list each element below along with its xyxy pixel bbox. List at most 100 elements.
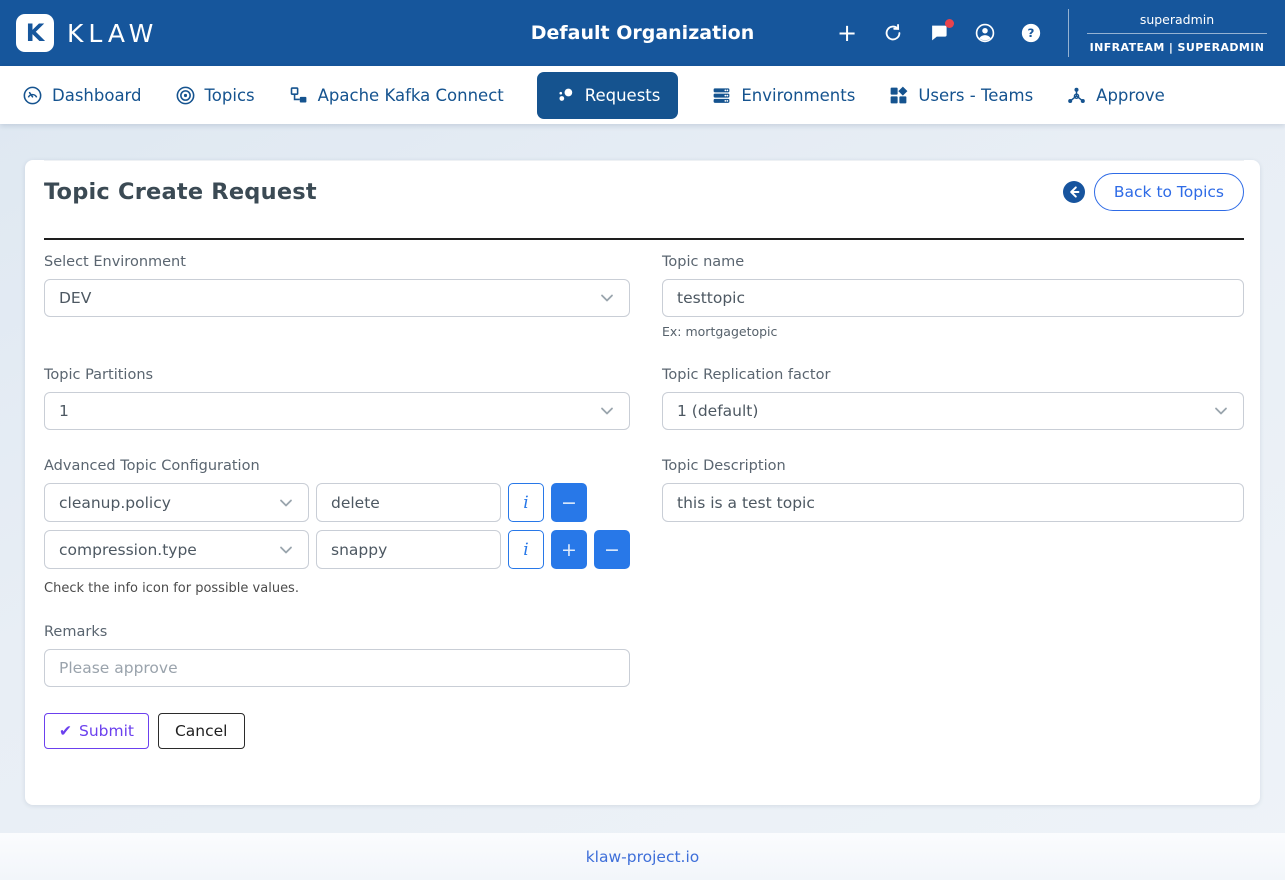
back-to-topics-button[interactable]: Back to Topics xyxy=(1094,173,1244,211)
content-card: Topic Create Request Back to Topics Sele… xyxy=(25,160,1260,805)
organization-title: Default Organization xyxy=(531,22,755,44)
card-header: Topic Create Request Back to Topics xyxy=(44,160,1244,211)
replication-label: Topic Replication factor xyxy=(662,367,1244,383)
tab-dashboard[interactable]: Dashboard xyxy=(22,85,142,106)
config-value-input[interactable] xyxy=(316,483,501,522)
chevron-down-icon xyxy=(599,403,615,419)
klaw-logo-icon: K xyxy=(16,14,54,52)
tab-topics[interactable]: Topics xyxy=(175,85,255,106)
tab-approve[interactable]: Approve xyxy=(1066,85,1165,106)
environment-field-group: Select Environment DEV xyxy=(44,254,630,339)
remove-row-button[interactable]: − xyxy=(594,530,630,569)
kafka-connect-icon xyxy=(288,85,309,106)
users-teams-icon xyxy=(888,85,909,106)
user-name: superadmin xyxy=(1087,12,1267,33)
empty-cell xyxy=(662,624,1244,749)
info-icon-button[interactable]: i xyxy=(508,483,544,522)
description-label: Topic Description xyxy=(662,458,1244,474)
help-icon[interactable]: ? xyxy=(1020,22,1042,44)
info-icon-button[interactable]: i xyxy=(508,530,544,569)
brand-name: KLAW xyxy=(67,19,158,48)
partitions-select[interactable]: 1 xyxy=(44,392,630,430)
advanced-config-label: Advanced Topic Configuration xyxy=(44,458,630,474)
remove-row-button[interactable]: − xyxy=(551,483,587,522)
environments-icon xyxy=(711,85,732,106)
topic-name-label: Topic name xyxy=(662,254,1244,270)
config-key-value: compression.type xyxy=(59,541,197,559)
description-field-group: Topic Description xyxy=(662,458,1244,596)
partitions-selected-value: 1 xyxy=(59,402,69,420)
description-input[interactable] xyxy=(662,483,1244,522)
tab-label: Topics xyxy=(205,86,255,105)
remarks-label: Remarks xyxy=(44,624,630,640)
add-row-button[interactable]: + xyxy=(551,530,587,569)
submit-button-label: Submit xyxy=(79,722,134,740)
advanced-config-hint: Check the info icon for possible values. xyxy=(44,581,630,596)
main-nav-tabbar: Dashboard Topics Apache Kafka Connect Re… xyxy=(0,66,1285,124)
tab-label: Apache Kafka Connect xyxy=(318,86,504,105)
page-footer: klaw-project.io xyxy=(0,833,1285,880)
tab-label: Users - Teams xyxy=(918,86,1033,105)
config-row: compression.type i + − xyxy=(44,530,630,569)
partitions-label: Topic Partitions xyxy=(44,367,630,383)
tab-requests[interactable]: Requests xyxy=(537,72,679,119)
dashboard-icon xyxy=(22,85,43,106)
replication-field-group: Topic Replication factor 1 (default) xyxy=(662,367,1244,430)
config-key-select[interactable]: cleanup.policy xyxy=(44,483,309,522)
advanced-config-group: Advanced Topic Configuration cleanup.pol… xyxy=(44,458,630,596)
topics-icon xyxy=(175,85,196,106)
replication-selected-value: 1 (default) xyxy=(677,402,758,420)
topic-name-field-group: Topic name Ex: mortgagetopic xyxy=(662,254,1244,339)
page-title: Topic Create Request xyxy=(44,179,317,205)
back-to-topics-group: Back to Topics xyxy=(1063,173,1244,211)
cancel-button[interactable]: Cancel xyxy=(158,713,245,749)
navbar-right: + ? superadmin INFRATEAM | SUPERADMIN xyxy=(836,9,1267,57)
topic-name-helper: Ex: mortgagetopic xyxy=(662,324,1244,339)
config-key-select[interactable]: compression.type xyxy=(44,530,309,569)
brand[interactable]: K KLAW xyxy=(16,14,158,52)
user-block[interactable]: superadmin INFRATEAM | SUPERADMIN xyxy=(1087,12,1267,54)
config-key-value: cleanup.policy xyxy=(59,494,171,512)
svg-text:?: ? xyxy=(1028,26,1035,40)
remarks-input[interactable] xyxy=(44,649,630,687)
tab-label: Environments xyxy=(741,86,855,105)
tab-environments[interactable]: Environments xyxy=(711,85,855,106)
back-arrow-circle-icon[interactable] xyxy=(1063,181,1085,203)
chevron-down-icon xyxy=(1213,403,1229,419)
chevron-down-icon xyxy=(278,542,294,558)
navbar-divider xyxy=(1068,9,1069,57)
remarks-field-group: Remarks ✔ Submit Cancel xyxy=(44,624,630,749)
logo-letter: K xyxy=(26,19,45,47)
top-navbar: K KLAW Default Organization + ? s xyxy=(0,0,1285,66)
config-row: cleanup.policy i − xyxy=(44,483,630,522)
chevron-down-icon xyxy=(278,495,294,511)
navbar-icon-group: + ? xyxy=(836,22,1042,44)
environment-select[interactable]: DEV xyxy=(44,279,630,317)
refresh-icon[interactable] xyxy=(882,22,904,44)
tab-label: Dashboard xyxy=(52,86,142,105)
profile-icon[interactable] xyxy=(974,22,996,44)
header-divider xyxy=(44,238,1244,240)
config-value-input[interactable] xyxy=(316,530,501,569)
tab-label: Requests xyxy=(585,86,661,105)
replication-select[interactable]: 1 (default) xyxy=(662,392,1244,430)
topic-request-form: Select Environment DEV Topic name Ex: mo… xyxy=(44,254,1244,749)
environment-label: Select Environment xyxy=(44,254,630,270)
plus-icon[interactable]: + xyxy=(836,22,858,44)
approve-icon xyxy=(1066,85,1087,106)
requests-icon xyxy=(555,85,576,106)
messages-icon[interactable] xyxy=(928,22,950,44)
user-team-role: INFRATEAM | SUPERADMIN xyxy=(1087,34,1267,54)
check-icon: ✔ xyxy=(59,722,72,740)
topic-name-input[interactable] xyxy=(662,279,1244,317)
tab-label: Approve xyxy=(1096,86,1165,105)
tab-users-teams[interactable]: Users - Teams xyxy=(888,85,1033,106)
submit-button[interactable]: ✔ Submit xyxy=(44,713,149,749)
notification-dot xyxy=(945,19,954,28)
form-actions: ✔ Submit Cancel xyxy=(44,713,630,749)
chevron-down-icon xyxy=(599,290,615,306)
environment-selected-value: DEV xyxy=(59,289,91,307)
tab-apache-kafka-connect[interactable]: Apache Kafka Connect xyxy=(288,85,504,106)
partitions-field-group: Topic Partitions 1 xyxy=(44,367,630,430)
klaw-project-link[interactable]: klaw-project.io xyxy=(586,848,700,866)
